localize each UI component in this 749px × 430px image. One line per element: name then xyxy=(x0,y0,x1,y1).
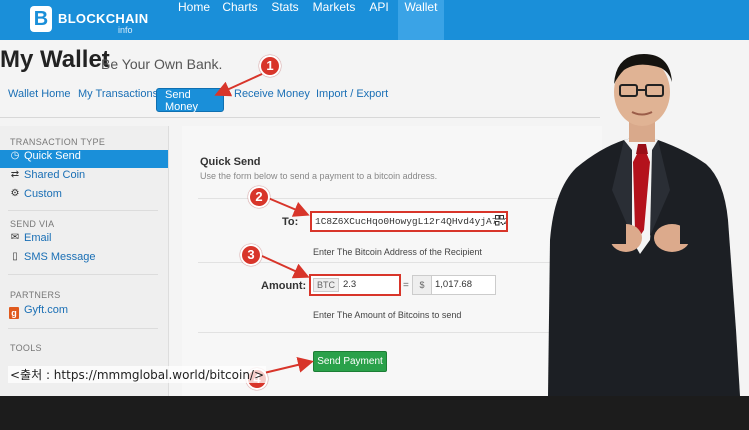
presenter-video-overlay xyxy=(548,54,740,396)
sidebar-item-label: SMS Message xyxy=(24,251,96,263)
sidebar-item-quick-send[interactable]: ◷ Quick Send xyxy=(0,150,168,168)
usd-amount-input[interactable]: $ 1,017.68 xyxy=(412,275,496,295)
nav-wallet[interactable]: Wallet xyxy=(398,0,444,40)
tab-import-export[interactable]: Import / Export xyxy=(308,88,396,112)
source-caption: <출처 : https://mmmglobal.world/bitcoin/> xyxy=(8,366,267,383)
sidebar-item-custom[interactable]: ⚙ Custom xyxy=(0,188,168,206)
btc-amount-value: 2.3 xyxy=(343,279,357,290)
tab-receive-money[interactable]: Receive Money xyxy=(226,88,318,112)
screenshot-frame: B BLOCKCHAIN info Home Charts Stats Mark… xyxy=(0,0,749,396)
shuffle-icon: ⇄ xyxy=(10,169,20,180)
logo-text[interactable]: BLOCKCHAIN xyxy=(58,11,148,26)
usd-unit-addon: $ xyxy=(413,276,432,294)
top-nav: B BLOCKCHAIN info Home Charts Stats Mark… xyxy=(0,0,749,40)
nav-stats[interactable]: Stats xyxy=(265,0,305,40)
sidebar-item-sms-message[interactable]: ▯ SMS Message xyxy=(0,251,168,269)
sidebar-item-label: Email xyxy=(24,232,52,244)
usd-amount-value: 1,017.68 xyxy=(435,279,472,290)
quick-send-description: Use the form below to send a payment to … xyxy=(200,171,438,181)
btc-unit-addon: BTC xyxy=(313,278,339,292)
sidebar-item-email[interactable]: ✉ Email xyxy=(0,232,168,250)
page-subtitle: Be Your Own Bank. xyxy=(101,56,223,72)
envelope-icon: ✉ xyxy=(10,232,20,243)
tabs-divider xyxy=(0,117,600,118)
amount-label: Amount: xyxy=(261,280,307,292)
sidebar-item-shared-coin[interactable]: ⇄ Shared Coin xyxy=(0,169,168,187)
gyft-logo-icon: g xyxy=(9,307,19,319)
sidebar-item-gyft[interactable]: g Gyft.com xyxy=(0,304,168,322)
quick-send-title: Quick Send xyxy=(200,156,261,168)
sidebar-divider xyxy=(8,210,158,211)
sidebar-heading-tools: TOOLS xyxy=(10,343,42,353)
sidebar: TRANSACTION TYPE ◷ Quick Send ⇄ Shared C… xyxy=(0,126,169,396)
sidebar-divider xyxy=(8,328,158,329)
btc-amount-input[interactable]: BTC 2.3 xyxy=(309,274,401,296)
sidebar-heading-transaction-type: TRANSACTION TYPE xyxy=(10,137,106,147)
sidebar-heading-partners: PARTNERS xyxy=(10,290,61,300)
phone-icon: ▯ xyxy=(12,251,18,262)
nav-markets[interactable]: Markets xyxy=(309,0,359,40)
sidebar-item-label: Quick Send xyxy=(24,150,81,162)
qr-code-icon[interactable] xyxy=(495,215,504,226)
tab-send-money[interactable]: Send Money xyxy=(156,88,224,113)
amount-help: Enter The Amount of Bitcoins to send xyxy=(313,310,462,320)
recipient-address-help: Enter The Bitcoin Address of the Recipie… xyxy=(313,247,482,257)
page-title: My Wallet xyxy=(0,46,110,73)
logo-subtext: info xyxy=(118,25,133,35)
annotation-badge-3: 3 xyxy=(240,244,262,266)
tab-wallet-home[interactable]: Wallet Home xyxy=(0,88,79,112)
sidebar-heading-send-via: SEND VIA xyxy=(10,219,55,229)
tab-my-transactions[interactable]: My Transactions xyxy=(70,88,166,112)
annotation-badge-2: 2 xyxy=(248,186,270,208)
equals-sign: = xyxy=(403,280,409,291)
sidebar-item-label: Shared Coin xyxy=(24,169,86,181)
to-label: To: xyxy=(282,216,299,228)
nav-home[interactable]: Home xyxy=(172,0,216,40)
sidebar-item-label: Gyft.com xyxy=(24,304,69,316)
send-payment-button[interactable]: Send Payment xyxy=(313,351,387,372)
nav-charts[interactable]: Charts xyxy=(219,0,261,40)
sidebar-item-label: Custom xyxy=(24,188,62,200)
gear-icon: ⚙ xyxy=(10,188,20,199)
video-bottom-bar xyxy=(0,396,749,430)
form-divider xyxy=(198,332,598,333)
clock-icon: ◷ xyxy=(10,150,20,161)
sidebar-divider xyxy=(8,274,158,275)
nav-api[interactable]: API xyxy=(363,0,395,40)
recipient-address-input[interactable]: 1C8Z6XCucHqo0HowygL12r4QHvd4yjA7d2 xyxy=(310,211,508,232)
wallet-tabs: Wallet Home My Transactions Send Money R… xyxy=(0,88,600,114)
annotation-badge-1: 1 xyxy=(259,55,281,77)
blockchain-logo-icon[interactable]: B xyxy=(30,6,52,32)
